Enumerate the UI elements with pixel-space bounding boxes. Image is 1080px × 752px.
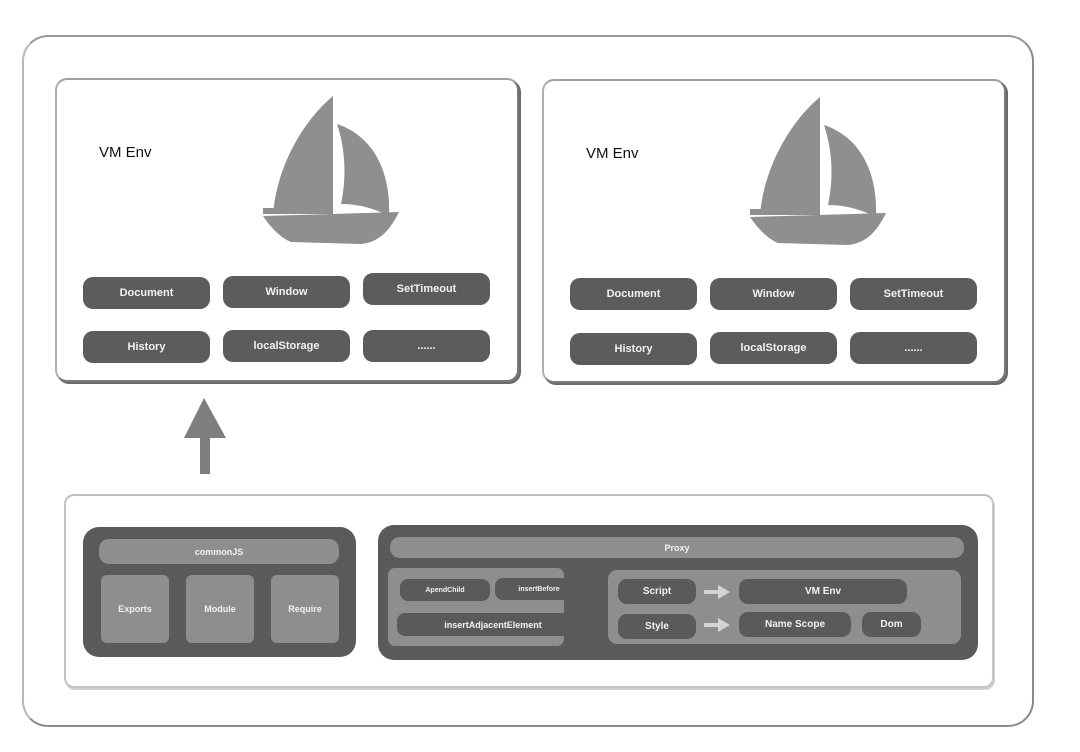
commonjs-exports: Exports: [101, 575, 169, 643]
api-pill-more: ......: [850, 332, 977, 364]
api-pill-settimeout: SetTimeout: [363, 273, 490, 305]
api-pill-localstorage: localStorage: [710, 332, 837, 364]
target-dom: Dom: [862, 612, 921, 637]
api-pill-history: History: [570, 333, 697, 365]
proxy-block: Proxy ApendChild insertBefore insertAdja…: [378, 525, 978, 660]
sailboat-icon: [263, 96, 399, 244]
target-name-scope: Name Scope: [739, 612, 851, 637]
commonjs-title: commonJS: [99, 539, 339, 564]
commonjs-require: Require: [271, 575, 339, 643]
api-pill-localstorage: localStorage: [223, 330, 350, 362]
dom-methods-panel: ApendChild insertBefore insertAdjacentEl…: [388, 568, 589, 646]
method-insertadjacentelement: insertAdjacentElement: [397, 613, 589, 636]
vm-env-card-2: VM Env Document Window SetTimeout Histor…: [542, 79, 1006, 383]
rule-style: Style: [618, 614, 696, 639]
arrow-right-icon: [704, 585, 730, 599]
vm-env-title: VM Env: [586, 145, 639, 162]
proxy-title: Proxy: [390, 537, 964, 558]
api-pill-window: Window: [710, 278, 837, 310]
api-pill-document: Document: [83, 277, 210, 309]
api-pill-window: Window: [223, 276, 350, 308]
target-vm-env: VM Env: [739, 579, 907, 604]
method-insertbefore: insertBefore: [495, 578, 583, 600]
commonjs-module: Module: [186, 575, 254, 643]
api-pill-history: History: [83, 331, 210, 363]
api-pill-settimeout: SetTimeout: [850, 278, 977, 310]
sailboat-icon: [750, 97, 886, 245]
api-pill-document: Document: [570, 278, 697, 310]
arrow-up-icon: [184, 398, 226, 474]
vm-env-card-1: VM Env Document Window SetTimeout Histor…: [55, 78, 519, 382]
arrow-right-icon: [704, 618, 730, 632]
api-pill-more: ......: [363, 330, 490, 362]
rule-script: Script: [618, 579, 696, 604]
method-apendchild: ApendChild: [400, 579, 490, 601]
rules-panel: Script VM Env Style Name Scope Dom: [608, 570, 961, 644]
vm-env-title: VM Env: [99, 144, 152, 161]
commonjs-block: commonJS Exports Module Require: [83, 527, 356, 657]
